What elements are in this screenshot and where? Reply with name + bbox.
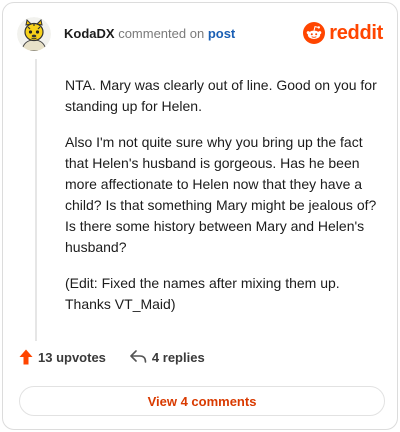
replies-button[interactable]: 4 replies bbox=[130, 350, 205, 365]
username-link[interactable]: KodaDX bbox=[64, 26, 115, 41]
thread-line[interactable] bbox=[35, 59, 37, 341]
comment-paragraph: NTA. Mary was clearly out of line. Good … bbox=[65, 77, 377, 114]
reddit-wordmark: reddit bbox=[329, 22, 383, 44]
reply-count: 4 replies bbox=[151, 349, 205, 365]
reddit-snoo-icon bbox=[303, 22, 326, 44]
upvote-button[interactable]: 13 upvotes bbox=[19, 349, 106, 365]
view-comments-button[interactable]: View 4 comments bbox=[19, 386, 385, 416]
comment-paragraph: (Edit: Fixed the names after mixing them… bbox=[65, 275, 340, 312]
upvote-arrow-icon bbox=[19, 349, 33, 365]
post-link[interactable]: post bbox=[208, 26, 235, 41]
user-avatar[interactable] bbox=[17, 17, 51, 51]
reddit-logo[interactable]: reddit bbox=[303, 21, 383, 45]
comment-card: KodaDX commented on post reddit NTA. Mar… bbox=[2, 2, 398, 430]
comment-header: KodaDX commented on post bbox=[17, 17, 235, 51]
comment-body: NTA. Mary was clearly out of line. Good … bbox=[65, 75, 383, 330]
reply-arrow-icon bbox=[130, 350, 147, 363]
avatar-image bbox=[17, 17, 51, 51]
comment-meta: KodaDX commented on post bbox=[64, 25, 235, 43]
comment-actions: 13 upvotes 4 replies bbox=[19, 349, 205, 365]
comment-paragraph: Also I'm not quite sure why you bring up… bbox=[65, 134, 377, 255]
comment-action-text: commented on bbox=[118, 26, 205, 41]
upvote-count: 13 upvotes bbox=[38, 349, 106, 365]
